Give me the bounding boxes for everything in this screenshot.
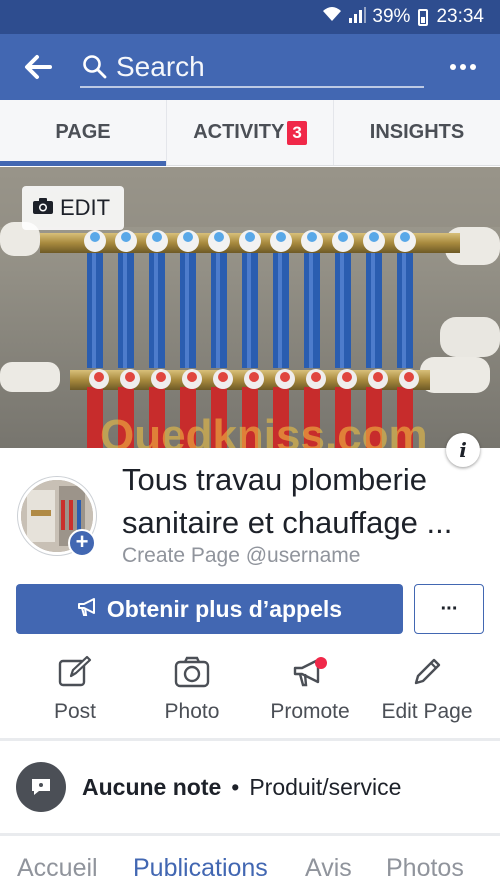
search-icon bbox=[82, 54, 108, 85]
tab-insights[interactable]: INSIGHTS bbox=[334, 100, 500, 165]
nav-avis[interactable]: Avis bbox=[305, 854, 352, 883]
tab-insights-label: INSIGHTS bbox=[369, 121, 465, 143]
more-options-icon[interactable] bbox=[446, 54, 480, 80]
megaphone-icon bbox=[77, 596, 99, 623]
nav-photos[interactable]: Photos bbox=[386, 854, 464, 883]
search-input[interactable] bbox=[116, 50, 416, 84]
create-username-link[interactable]: Create Page @username bbox=[122, 544, 360, 568]
wifi-icon bbox=[322, 6, 342, 28]
edit-cover-label: EDIT bbox=[60, 195, 111, 220]
get-more-calls-label: Obtenir plus d’appels bbox=[106, 595, 343, 622]
post-action[interactable]: Post bbox=[13, 650, 137, 740]
back-arrow-icon[interactable] bbox=[20, 50, 56, 84]
pencil-icon bbox=[365, 650, 489, 694]
edit-page-label: Edit Page bbox=[381, 700, 473, 723]
page-title: Tous travau plomberie sanitaire et chauf… bbox=[122, 462, 453, 540]
more-actions-button[interactable]: ··· bbox=[414, 584, 484, 634]
signal-icon bbox=[348, 7, 367, 27]
page-info-row[interactable]: Aucune note • Produit/service bbox=[0, 741, 500, 833]
edit-page-action[interactable]: Edit Page bbox=[365, 650, 489, 740]
promote-label: Promote bbox=[270, 700, 350, 723]
photo-action[interactable]: Photo bbox=[130, 650, 254, 740]
promote-action[interactable]: Promote bbox=[248, 650, 372, 740]
tab-activity-label: ACTIVITY bbox=[193, 121, 285, 143]
page-tabs: PAGE ACTIVITY 3 INSIGHTS bbox=[0, 100, 500, 166]
tab-activity[interactable]: ACTIVITY 3 bbox=[167, 100, 334, 165]
add-profile-photo-button[interactable]: + bbox=[68, 529, 96, 557]
category-text: Produit/service bbox=[249, 773, 402, 800]
separator-dot: • bbox=[231, 773, 240, 800]
clock: 23:34 bbox=[436, 6, 484, 27]
photo-label: Photo bbox=[164, 700, 220, 723]
nav-accueil[interactable]: Accueil bbox=[17, 854, 98, 883]
post-label: Post bbox=[53, 700, 97, 723]
nav-publications[interactable]: Publications bbox=[133, 854, 268, 883]
rating-text: Aucune note bbox=[82, 773, 222, 800]
top-bar bbox=[0, 34, 500, 100]
edit-square-icon bbox=[13, 650, 137, 694]
activity-badge: 3 bbox=[287, 120, 307, 145]
camera-icon bbox=[32, 195, 54, 221]
edit-cover-button[interactable]: EDIT bbox=[22, 186, 125, 230]
review-icon bbox=[16, 762, 66, 812]
camera-icon bbox=[130, 650, 254, 694]
notification-dot bbox=[315, 657, 327, 669]
tab-page[interactable]: PAGE bbox=[0, 100, 167, 166]
battery-icon bbox=[418, 8, 429, 26]
page-actions: Post Photo Promote Edit Page bbox=[0, 650, 500, 740]
get-more-calls-button[interactable]: Obtenir plus d’appels bbox=[16, 584, 403, 634]
section-nav: Accueil Publications Avis Photos bbox=[0, 836, 500, 889]
search-bar[interactable] bbox=[80, 48, 424, 88]
watermark-text: Ouedkniss.com bbox=[100, 411, 428, 448]
status-bar: 39% 23:34 bbox=[0, 0, 500, 34]
battery-percent: 39% bbox=[372, 6, 411, 27]
megaphone-icon bbox=[248, 650, 372, 694]
tab-page-label: PAGE bbox=[55, 121, 111, 143]
